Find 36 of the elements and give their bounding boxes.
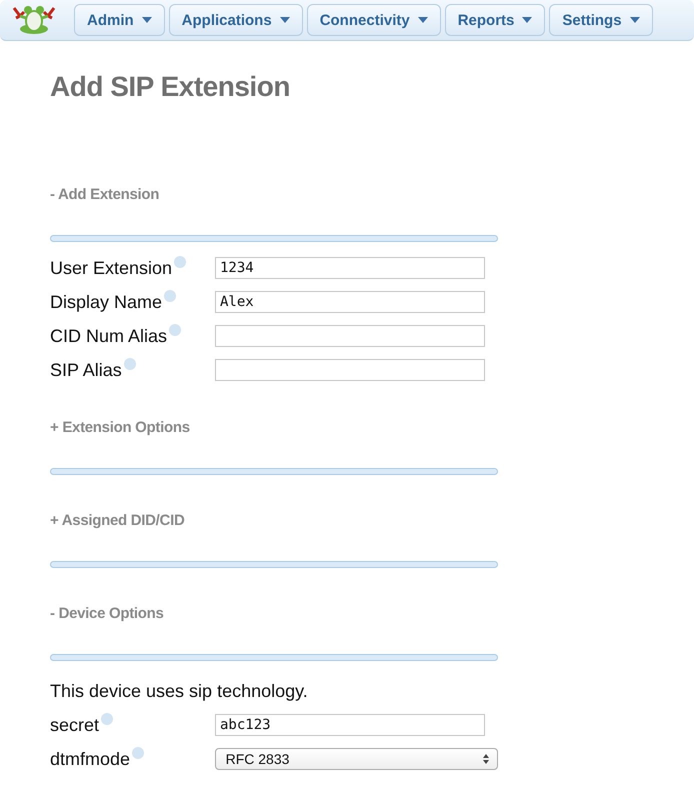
menu-button[interactable]: Admin (74, 4, 165, 36)
caret-icon (142, 17, 152, 23)
menu-button[interactable]: Settings (549, 4, 653, 36)
caret-icon (280, 17, 290, 23)
text-field[interactable]: abc123 (215, 714, 485, 736)
field-label: SIP Alias (50, 360, 122, 380)
help-icon[interactable] (101, 712, 114, 724)
updown-icon (483, 754, 489, 764)
frog-logo[interactable] (10, 4, 58, 36)
page-title: Add SIP Extension (50, 70, 291, 104)
section-toggle[interactable]: + Assigned DID/CID (50, 511, 184, 531)
device-note: This device uses sip technology. (50, 680, 309, 703)
field-label: Display Name (50, 292, 162, 312)
caret-icon (522, 17, 532, 23)
text-field[interactable] (215, 325, 485, 347)
caret-icon (630, 17, 640, 23)
caret-icon (418, 17, 428, 23)
text-field[interactable] (215, 359, 485, 381)
section-toggle[interactable]: + Extension Options (50, 418, 190, 438)
text-field[interactable]: 1234 (215, 257, 485, 279)
help-icon[interactable] (164, 290, 176, 302)
dropdown-field[interactable]: RFC 2833 (214, 748, 498, 770)
field-label: CID Num Alias (50, 326, 168, 346)
menu-button[interactable]: Connectivity (306, 4, 441, 36)
menu-button[interactable]: Reports (444, 4, 546, 36)
field-label: dtmfmode (50, 748, 130, 770)
help-icon[interactable] (169, 324, 182, 336)
help-icon[interactable] (124, 358, 136, 370)
field-label: secret (50, 714, 100, 736)
text-field[interactable]: Alex (215, 291, 485, 313)
menu-button[interactable]: Applications (168, 4, 303, 36)
section-toggle[interactable]: - Add Extension (50, 185, 160, 205)
field-label: User Extension (50, 258, 172, 278)
section-toggle[interactable]: - Device Options (50, 604, 164, 624)
help-icon[interactable] (132, 746, 144, 758)
help-icon[interactable] (174, 256, 186, 268)
